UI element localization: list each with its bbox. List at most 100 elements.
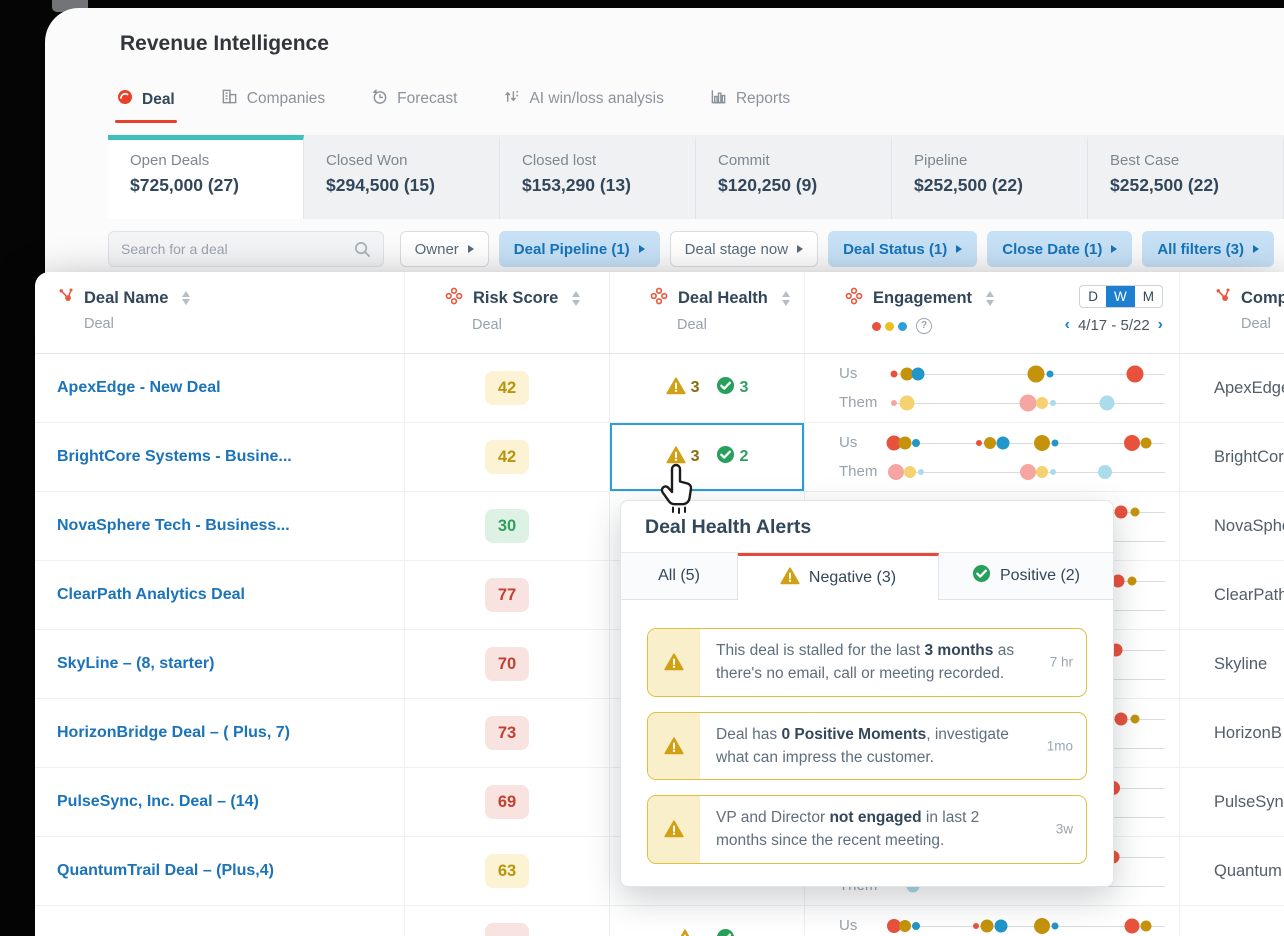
sort-toggle[interactable] xyxy=(986,291,995,306)
engagement-dot xyxy=(898,919,911,932)
engagement-dot xyxy=(911,367,925,380)
warning-icon xyxy=(780,566,800,590)
engagement-dot xyxy=(1051,439,1059,446)
deal-name-link[interactable]: QuantumTrail Deal – (Plus,4) xyxy=(35,837,405,905)
company-cell: NovaSphe xyxy=(1214,516,1284,535)
ai-winloss-icon xyxy=(503,88,520,110)
alert-text: This deal is stalled for the last 3 mont… xyxy=(716,642,1015,683)
summary-card-open-deals[interactable]: Open Deals $725,000 (27) xyxy=(108,135,304,219)
risk-score-cell: 73 xyxy=(405,699,610,767)
summary-card-pipeline[interactable]: Pipeline $252,500 (22) xyxy=(892,135,1088,219)
date-range-nav: ‹ 4/17 - 5/22 › xyxy=(1065,316,1163,334)
table-header: Deal Name Deal Risk Score Deal Deal Heal… xyxy=(35,272,1284,354)
column-header-company[interactable]: Comp Deal xyxy=(1180,272,1284,353)
filter-button-owner[interactable]: Owner xyxy=(399,231,489,267)
tab-all[interactable]: All (5) xyxy=(621,553,738,600)
period-week[interactable]: W xyxy=(1106,286,1135,307)
summary-card-commit[interactable]: Commit $120,250 (9) xyxy=(696,135,892,219)
tab-positive[interactable]: Positive (2) xyxy=(939,553,1113,600)
reports-icon xyxy=(710,88,727,110)
help-icon[interactable]: ? xyxy=(916,318,932,334)
filter-button-deal-stage-now[interactable]: Deal stage now xyxy=(669,231,819,267)
deal-name-link[interactable]: HorizonBridge Deal – ( Plus, 7) xyxy=(35,699,405,767)
deal-name-link[interactable]: ClearPath Analytics Deal xyxy=(35,561,405,629)
column-header-risk-score[interactable]: Risk Score Deal xyxy=(405,272,610,353)
deal-health-cell[interactable]: 32 xyxy=(610,423,805,491)
column-header-engagement[interactable]: Engagement ? D W M ‹ 4/17 - 5/22 › xyxy=(805,272,1180,353)
alert-text: VP and Director not engaged in last 2 mo… xyxy=(716,809,980,850)
filter-button-close-date-1-[interactable]: Close Date (1) xyxy=(987,231,1133,267)
deal-name-link[interactable]: BrightCore Systems - Busine... xyxy=(35,423,405,491)
company-cell: Skyline xyxy=(1214,654,1268,673)
risk-score-chip: 70 xyxy=(485,647,529,681)
risk-score-cell xyxy=(405,906,610,936)
period-month[interactable]: M xyxy=(1135,286,1162,307)
search-placeholder: Search for a deal xyxy=(121,241,228,257)
engagement-dot xyxy=(1140,920,1152,931)
sort-toggle[interactable] xyxy=(182,290,191,306)
alert-item[interactable]: This deal is stalled for the last 3 mont… xyxy=(647,628,1087,697)
table-row: ApexEdge - New Deal 42 3 3 Us Them ApexEdge xyxy=(35,354,1284,423)
alert-timestamp: 1mo xyxy=(1046,738,1073,754)
engagement-dot xyxy=(918,468,925,475)
engagement-dot xyxy=(1020,463,1036,480)
alert-item[interactable]: VP and Director not engaged in last 2 mo… xyxy=(647,795,1087,864)
nav-tab-ai-win-loss-analysis[interactable]: AI win/loss analysis xyxy=(503,88,664,123)
risk-score-chip: 42 xyxy=(485,371,529,405)
engagement-dot xyxy=(1097,464,1112,479)
sort-toggle[interactable] xyxy=(781,291,790,306)
chevron-left-icon[interactable]: ‹ xyxy=(1065,316,1070,334)
risk-score-chip: 69 xyxy=(485,785,529,819)
engagement-dot xyxy=(1051,922,1059,929)
deal-name-link[interactable]: PulseSync, Inc. Deal – (14) xyxy=(35,768,405,836)
summary-card-best-case[interactable]: Best Case $252,500 (22) xyxy=(1088,135,1284,219)
nav-tab-companies[interactable]: Companies xyxy=(221,88,325,123)
risk-score-cell: 30 xyxy=(405,492,610,560)
summary-card-closed-won[interactable]: Closed Won $294,500 (15) xyxy=(304,135,500,219)
filter-button-deal-status-1-[interactable]: Deal Status (1) xyxy=(828,231,978,267)
engagement-dot xyxy=(1035,396,1048,409)
warning-icon xyxy=(648,712,700,779)
deal-name-link[interactable]: ApexEdge - New Deal xyxy=(35,354,405,422)
negative-alert-count[interactable] xyxy=(675,928,700,936)
company-cell: PulseSync xyxy=(1214,792,1284,811)
positive-alert-count[interactable]: 3 xyxy=(716,376,748,400)
deal-name-link[interactable]: NovaSphere Tech - Business... xyxy=(35,492,405,560)
company-cell: BrightCor xyxy=(1214,447,1284,466)
engagement-dot xyxy=(1099,395,1115,410)
search-input[interactable]: Search for a deal xyxy=(108,231,384,267)
warning-icon xyxy=(675,928,695,936)
column-header-deal-health[interactable]: Deal Health Deal xyxy=(610,272,805,353)
engagement-dot xyxy=(899,395,915,410)
filter-button-all-filters-3-[interactable]: All filters (3) xyxy=(1142,231,1274,267)
app-clover-icon xyxy=(845,287,863,310)
deal-name-link[interactable] xyxy=(35,906,405,936)
nav-tab-reports[interactable]: Reports xyxy=(710,88,790,123)
engagement-us-track xyxy=(886,429,1165,456)
deal-name-link[interactable]: SkyLine – (8, starter) xyxy=(35,630,405,698)
filter-button-deal-pipeline-1-[interactable]: Deal Pipeline (1) xyxy=(498,231,660,267)
popup-tabs: All (5) Negative (3) Positive (2) xyxy=(621,553,1113,600)
engagement-dot xyxy=(890,370,898,377)
sort-toggle[interactable] xyxy=(572,291,581,306)
engagement-dot xyxy=(1124,434,1141,451)
caret-right-icon xyxy=(797,245,804,253)
alert-timestamp: 7 hr xyxy=(1049,654,1073,670)
nav-tab-deal[interactable]: Deal xyxy=(115,89,177,123)
nav-tab-forecast[interactable]: Forecast xyxy=(371,88,457,123)
tab-negative[interactable]: Negative (3) xyxy=(738,553,939,600)
positive-alert-count[interactable] xyxy=(716,928,740,936)
engagement-dot xyxy=(911,921,920,930)
deal-health-cell[interactable]: 33 xyxy=(610,354,805,422)
chevron-right-icon[interactable]: › xyxy=(1158,316,1163,334)
summary-card-closed-lost[interactable]: Closed lost $153,290 (13) xyxy=(500,135,696,219)
engagement-dot xyxy=(983,436,996,449)
engagement-dot xyxy=(911,438,920,447)
period-day[interactable]: D xyxy=(1080,286,1106,307)
column-header-deal-name[interactable]: Deal Name Deal xyxy=(35,272,405,353)
negative-alert-count[interactable]: 3 xyxy=(665,376,700,400)
positive-alert-count[interactable]: 2 xyxy=(716,445,748,469)
period-toggle[interactable]: D W M xyxy=(1079,285,1163,308)
deal-health-cell[interactable] xyxy=(610,906,805,936)
alert-item[interactable]: Deal has 0 Positive Moments, investigate… xyxy=(647,711,1087,780)
